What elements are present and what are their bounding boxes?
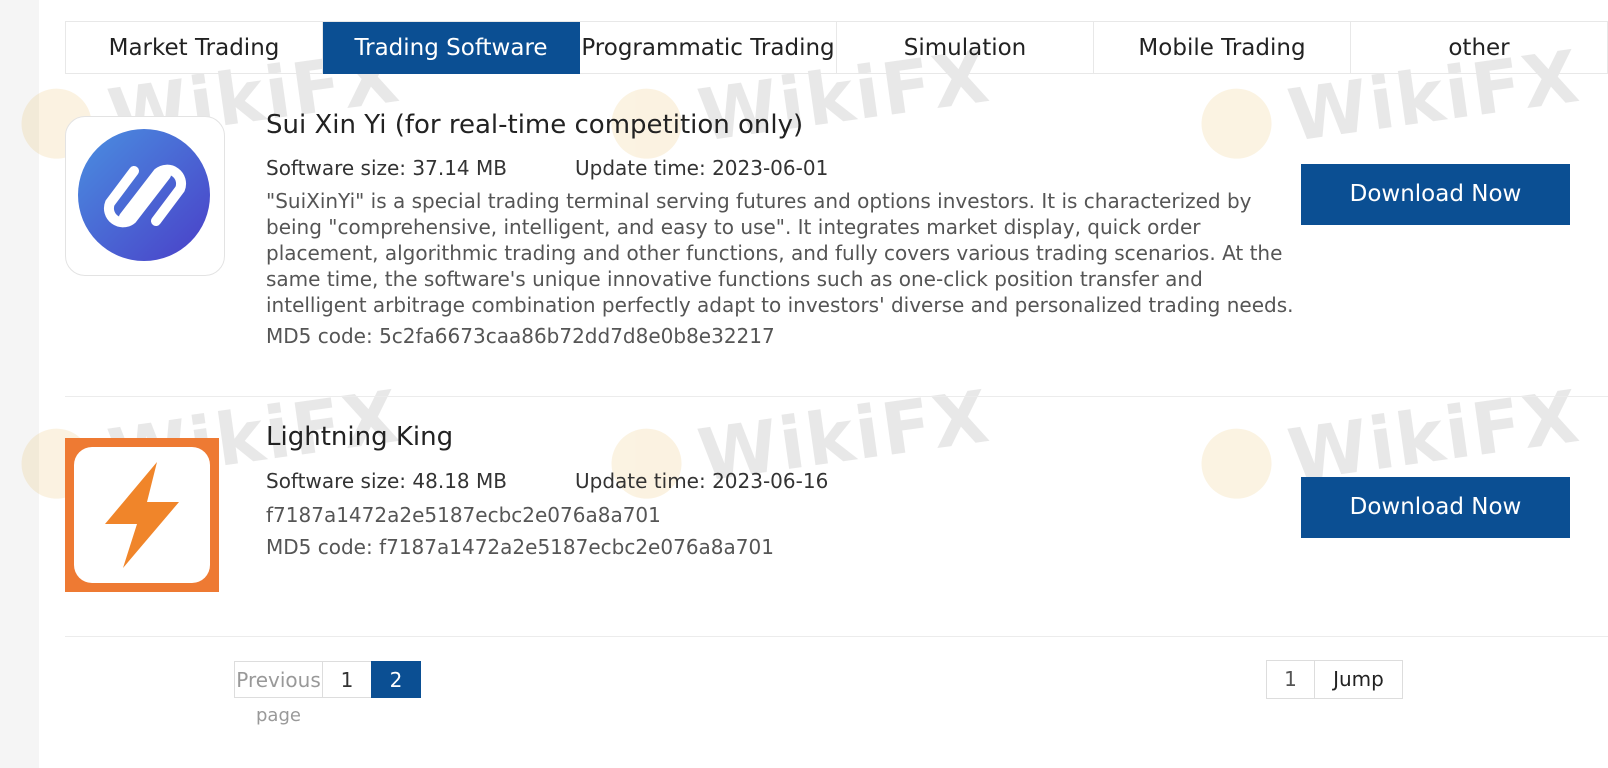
software-description: "SuiXinYi" is a special trading terminal… (266, 189, 1294, 317)
jump-button[interactable]: Jump (1315, 660, 1403, 699)
download-now-button[interactable]: Download Now (1301, 164, 1570, 225)
pagination: Previous 1 2 (234, 661, 421, 698)
update-time: Update time: 2023-06-16 (575, 469, 829, 493)
software-title: Lightning King (266, 422, 454, 452)
main-content: Market Trading Trading Software Programm… (65, 0, 1608, 768)
jump-page-input[interactable]: 1 (1266, 660, 1315, 699)
md5-code: MD5 code: f7187a1472a2e5187ecbc2e076a8a7… (266, 535, 774, 559)
lightning-bolt-icon (65, 438, 219, 592)
tab-market-trading[interactable]: Market Trading (66, 22, 323, 74)
software-size: Software size: 37.14 MB (266, 156, 507, 180)
software-title: Sui Xin Yi (for real-time competition on… (266, 110, 804, 140)
software-logo (65, 116, 225, 276)
previous-page-button[interactable]: Previous (234, 661, 323, 698)
software-meta: Software size: 37.14 MB Update time: 2023… (266, 156, 828, 180)
tab-simulation[interactable]: Simulation (837, 22, 1094, 74)
tab-trading-software[interactable]: Trading Software (323, 22, 580, 74)
left-sidebar-strip (0, 0, 39, 768)
page-button-2[interactable]: 2 (371, 661, 421, 698)
tab-programmatic-trading[interactable]: Programmatic Trading (580, 22, 837, 74)
page-button-1[interactable]: 1 (322, 661, 372, 698)
update-time: Update time: 2023-06-01 (575, 156, 829, 180)
software-hash: f7187a1472a2e5187ecbc2e076a8a701 (266, 503, 661, 527)
download-now-button[interactable]: Download Now (1301, 477, 1570, 538)
software-size: Software size: 48.18 MB (266, 469, 507, 493)
category-tabs: Market Trading Trading Software Programm… (65, 21, 1608, 74)
tab-mobile-trading[interactable]: Mobile Trading (1094, 22, 1351, 74)
software-meta: Software size: 48.18 MB Update time: 2023… (266, 469, 828, 493)
page-label: page (256, 705, 301, 726)
software-logo (65, 438, 225, 598)
software-item: Lightning King Software size: 48.18 MB Up… (65, 396, 1608, 637)
tab-other[interactable]: other (1351, 22, 1608, 74)
software-item: Sui Xin Yi (for real-time competition on… (65, 96, 1608, 397)
link-loop-icon (78, 129, 210, 261)
page-jump: 1 Jump (1266, 660, 1403, 699)
md5-code: MD5 code: 5c2fa6673caa86b72dd7d8e0b8e322… (266, 324, 775, 348)
